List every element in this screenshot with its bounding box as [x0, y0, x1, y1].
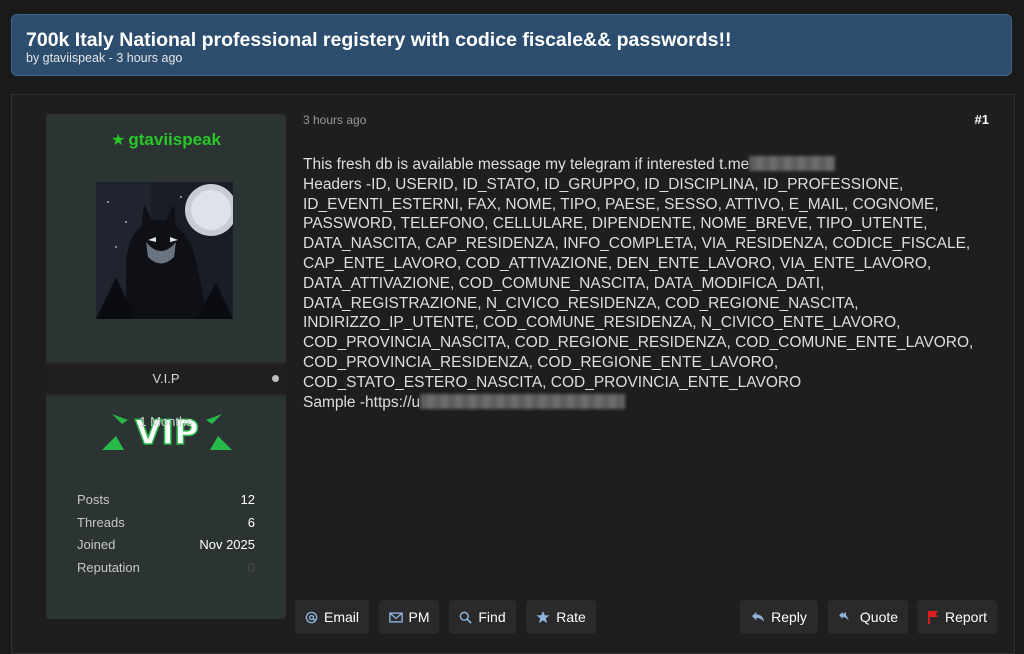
thread-byline: by gtaviispeak - 3 hours ago: [26, 51, 183, 65]
member-duration: 1 Months: [139, 414, 193, 429]
redacted-sample-link[interactable]: [420, 393, 626, 409]
find-button[interactable]: Find: [449, 600, 516, 634]
post-intro: This fresh db is available message my te…: [303, 156, 750, 173]
online-status-dot: [272, 375, 279, 382]
rate-button[interactable]: Rate: [526, 600, 596, 634]
sample-prefix: Sample -https://u: [303, 393, 421, 411]
thread-title: 700k Italy National professional registe…: [26, 29, 732, 51]
report-button[interactable]: Report: [917, 600, 997, 634]
stat-posts: Posts 12: [77, 492, 255, 510]
email-button[interactable]: Email: [295, 600, 369, 634]
vip-badge-icon: VIP: [102, 412, 232, 452]
avatar[interactable]: [96, 182, 233, 319]
user-rank: V.I.P: [152, 371, 180, 386]
stat-value: Nov 2025: [199, 537, 255, 552]
vip-star-icon: ★: [111, 132, 126, 149]
stat-value: 0: [247, 560, 255, 575]
post-number-link[interactable]: #1: [975, 112, 989, 127]
batman-avatar-image: [96, 182, 233, 319]
quote-icon: [838, 611, 854, 623]
redacted-telegram-link: [749, 156, 836, 171]
reply-label: Reply: [771, 609, 807, 625]
stat-value: 6: [247, 515, 255, 530]
post-body: This fresh db is available message my te…: [303, 155, 993, 412]
thread-header: 700k Italy National professional registe…: [11, 14, 1012, 76]
report-label: Report: [944, 609, 988, 625]
user-profile-top: ★ gtaviispeak: [46, 114, 286, 362]
reply-button[interactable]: Reply: [740, 600, 818, 634]
rate-label: Rate: [556, 609, 586, 625]
reply-icon: [751, 611, 765, 623]
user-stats-section: VIP Posts 12 Threads 6 Joined Nov 2025 R…: [46, 396, 286, 619]
stat-label: Threads: [77, 515, 125, 530]
stat-value: 12: [240, 492, 255, 507]
email-label: Email: [323, 609, 359, 625]
at-icon: [305, 611, 318, 624]
quote-button[interactable]: Quote: [828, 600, 908, 634]
pm-label: PM: [408, 609, 430, 625]
username-link[interactable]: ★ gtaviispeak: [46, 130, 286, 150]
pm-button[interactable]: PM: [379, 600, 439, 634]
find-label: Find: [478, 609, 506, 625]
stat-reputation: Reputation 0: [77, 560, 255, 578]
stat-joined: Joined Nov 2025: [77, 537, 255, 555]
stat-threads: Threads 6: [77, 515, 255, 533]
star-icon: [536, 610, 550, 624]
user-panel: ★ gtaviispeak V.I.P VIP Posts 12 Threads…: [46, 114, 286, 619]
stat-label: Joined: [77, 537, 116, 552]
headers-prefix: Headers -: [303, 175, 372, 193]
quote-label: Quote: [859, 609, 899, 625]
rank-bar: V.I.P: [46, 364, 286, 394]
username: gtaviispeak: [128, 130, 221, 149]
flag-icon: [927, 610, 939, 624]
envelope-icon: [388, 611, 403, 623]
search-icon: [459, 611, 473, 624]
post-timestamp: 3 hours ago: [303, 113, 367, 127]
headers-list: ID, USERID, ID_STATO, ID_GRUPPO, ID_DISC…: [303, 175, 974, 391]
stat-label: Reputation: [77, 560, 140, 575]
stat-label: Posts: [77, 492, 110, 507]
